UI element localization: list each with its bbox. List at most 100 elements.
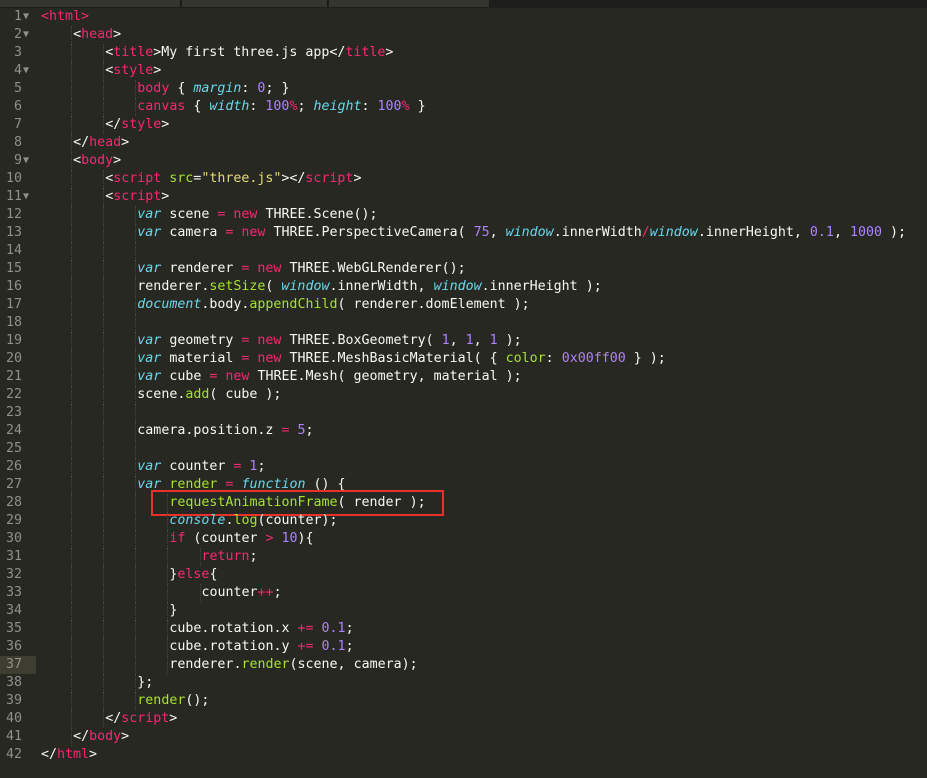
fold-arrow-icon[interactable]: ▼ — [23, 152, 29, 170]
line-number: 15 — [0, 260, 36, 278]
code-line[interactable]: </script> — [41, 710, 177, 728]
indent-guide — [103, 44, 105, 62]
code-line[interactable]: var counter = 1; — [41, 458, 265, 476]
tab[interactable] — [329, 0, 490, 7]
code-token: cube — [169, 639, 202, 654]
code-line[interactable]: cube.rotation.x += 0.1; — [41, 620, 353, 638]
line-number-text: 9 — [13, 153, 22, 168]
line-number: 5 — [0, 80, 36, 98]
line-number: 28 — [0, 494, 36, 512]
code-line[interactable]: <body> — [41, 152, 121, 170]
code-line[interactable]: var renderer = new THREE.WebGLRenderer()… — [41, 260, 465, 278]
code-token: new — [225, 369, 250, 384]
code-token: > — [121, 135, 130, 150]
tab[interactable] — [182, 0, 328, 7]
indent-guide — [103, 368, 105, 386]
code-line[interactable]: }; — [41, 674, 153, 692]
code-line[interactable]: document.body.appendChild( renderer.domE… — [41, 296, 529, 314]
code-line[interactable]: </style> — [41, 116, 169, 134]
code-token: < — [105, 171, 114, 186]
indent-guide — [135, 692, 137, 710]
indent-guide — [103, 206, 105, 224]
code-token: camera — [353, 657, 402, 672]
code-line[interactable]: <script> — [41, 188, 169, 206]
code-line[interactable]: var geometry = new THREE.BoxGeometry( 1,… — [41, 332, 521, 350]
code-token: += — [297, 621, 314, 636]
code-line[interactable]: if (counter > 10){ — [41, 530, 313, 548]
code-token: ( — [257, 513, 266, 528]
code-token: ( — [289, 657, 298, 672]
code-line[interactable]: var camera = new THREE.PerspectiveCamera… — [41, 224, 906, 242]
fold-arrow-icon[interactable]: ▼ — [23, 188, 29, 206]
indent-guide — [135, 674, 137, 692]
code-line[interactable] — [41, 404, 137, 422]
code-line[interactable]: </html> — [41, 746, 97, 764]
code-line[interactable]: renderer.render(scene, camera); — [41, 656, 417, 674]
code-line[interactable]: <script src="three.js"></script> — [41, 170, 361, 188]
line-number: 8 — [0, 134, 36, 152]
indent-guide — [71, 134, 73, 152]
code-line[interactable]: body { margin: 0; } — [41, 80, 289, 98]
code-line[interactable]: <title>My first three.js app</title> — [41, 44, 393, 62]
code-token: > — [153, 63, 162, 78]
code-line[interactable]: cube.rotation.y += 0.1; — [41, 638, 353, 656]
code-area[interactable]: <html> <head> <title>My first three.js app… — [41, 8, 927, 778]
line-number-text: 17 — [5, 297, 22, 312]
tab[interactable] — [0, 0, 181, 7]
code-line[interactable]: scene.add( cube ); — [41, 386, 281, 404]
code-token: , — [793, 225, 810, 240]
code-line[interactable]: </head> — [41, 134, 129, 152]
code-line[interactable] — [41, 314, 137, 332]
indent-guide — [135, 458, 137, 476]
code-line[interactable]: console.log(counter); — [41, 512, 337, 530]
code-token: 0.1 — [809, 225, 834, 240]
code-line[interactable]: </body> — [41, 728, 129, 746]
line-number-text: 26 — [5, 459, 22, 474]
fold-arrow-icon[interactable]: ▼ — [23, 26, 29, 44]
code-line[interactable]: <html> — [41, 8, 89, 26]
code-token: . — [553, 225, 562, 240]
indent-guide — [103, 620, 105, 638]
code-editor[interactable]: 1 ▼ 2 ▼ 3 4 ▼ 5 6 7 8 9 ▼ 10 11 ▼ 12 13 14 15 16 17 18 19 20 21 22… — [0, 8, 927, 778]
code-line[interactable]: return; — [41, 548, 258, 566]
code-token: WebGLRenderer — [337, 261, 442, 276]
line-number: 40 — [0, 710, 36, 728]
code-token: . — [329, 351, 338, 366]
code-line[interactable]: renderer.setSize( window.innerWidth, win… — [41, 278, 601, 296]
code-token: setSize — [209, 279, 266, 294]
code-line[interactable]: render(); — [41, 692, 209, 710]
indent-guide — [71, 638, 73, 656]
indent-guide — [135, 368, 137, 386]
code-line[interactable] — [41, 440, 137, 458]
code-line[interactable] — [41, 242, 137, 260]
code-line[interactable]: <head> — [41, 26, 121, 44]
code-token: ( { — [473, 351, 506, 366]
indent-guide — [167, 512, 169, 530]
indent-guide — [103, 224, 105, 242]
indent-guide — [71, 386, 73, 404]
code-token: . — [273, 621, 282, 636]
line-number-text: 10 — [5, 171, 22, 186]
code-line[interactable]: }else{ — [41, 566, 217, 584]
code-token: ( — [209, 387, 226, 402]
code-token: 100 — [377, 99, 402, 114]
indent-guide — [103, 260, 105, 278]
code-token: ( — [337, 297, 354, 312]
fold-arrow-icon[interactable]: ▼ — [23, 8, 29, 26]
code-token: var — [137, 351, 162, 366]
code-line[interactable]: var cube = new THREE.Mesh( geometry, mat… — [41, 368, 521, 386]
code-line[interactable]: var scene = new THREE.Scene(); — [41, 206, 377, 224]
code-line[interactable]: camera.position.z = 5; — [41, 422, 313, 440]
code-line[interactable]: canvas { width: 100%; height: 100% } — [41, 98, 425, 116]
indent-guide — [103, 656, 105, 674]
code-token: canvas — [137, 99, 186, 114]
code-token: renderer — [161, 261, 242, 276]
indent-guide — [71, 44, 73, 62]
code-token: ); — [257, 387, 282, 402]
fold-arrow-icon[interactable]: ▼ — [23, 62, 29, 80]
indent-guide — [71, 656, 73, 674]
code-line[interactable]: counter++; — [41, 584, 282, 602]
code-line[interactable]: } — [41, 602, 177, 620]
code-line[interactable]: <style> — [41, 62, 161, 80]
indent-guide — [103, 494, 105, 512]
